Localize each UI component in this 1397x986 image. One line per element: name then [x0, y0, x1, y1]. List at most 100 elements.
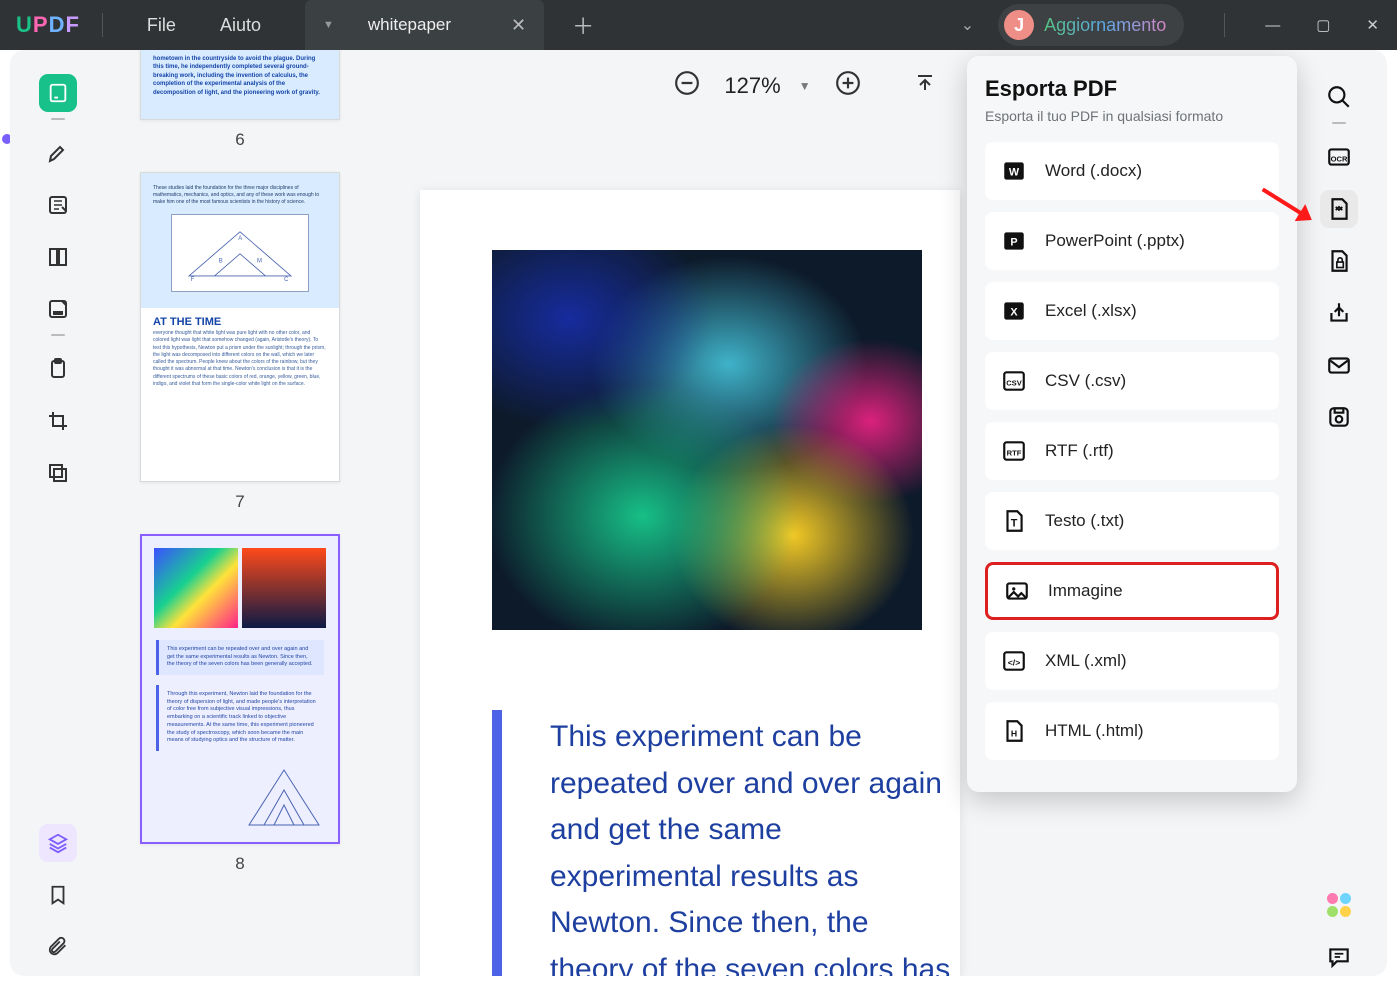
export-label: HTML (.html)	[1045, 721, 1144, 741]
svg-text:H: H	[1011, 728, 1017, 738]
export-label: Immagine	[1048, 581, 1123, 601]
layers-button[interactable]	[39, 824, 77, 862]
export-text[interactable]: T Testo (.txt)	[985, 492, 1279, 550]
export-title: Esporta PDF	[985, 76, 1279, 102]
thumb-text: hometown in the countryside to avoid the…	[153, 55, 327, 97]
zoom-out-icon[interactable]	[668, 64, 706, 108]
share-button[interactable]	[1320, 294, 1358, 332]
word-icon: W	[1001, 158, 1027, 184]
thumbnail-page-8[interactable]: This experiment can be repeated over and…	[140, 534, 340, 844]
separator	[102, 13, 103, 37]
thumb-image	[154, 548, 326, 628]
export-powerpoint[interactable]: P PowerPoint (.pptx)	[985, 212, 1279, 270]
divider	[51, 334, 65, 336]
thumb-text: This experiment can be repeated over and…	[167, 646, 316, 669]
zoom-value[interactable]: 127%	[724, 73, 780, 99]
thumbnail-page-6[interactable]: hometown in the countryside to avoid the…	[140, 50, 340, 120]
svg-text:A: A	[238, 236, 242, 242]
crop-tool[interactable]	[39, 402, 77, 440]
menu-help[interactable]: Aiuto	[220, 15, 261, 36]
window-maximize-icon[interactable]: ▢	[1316, 16, 1330, 34]
export-label: RTF (.rtf)	[1045, 441, 1114, 461]
page-number: 8	[110, 854, 370, 874]
svg-text:CSV: CSV	[1006, 378, 1022, 387]
attachment-button[interactable]	[39, 928, 77, 966]
clipboard-tool[interactable]	[39, 350, 77, 388]
svg-text:T: T	[1011, 517, 1018, 529]
thumbnail-page-7[interactable]: These studies laid the foundation for th…	[140, 172, 340, 482]
export-label: XML (.xml)	[1045, 651, 1127, 671]
organize-tool[interactable]	[39, 238, 77, 276]
document-tab[interactable]: ▼ whitepaper ✕	[305, 0, 544, 50]
svg-text:X: X	[1010, 306, 1018, 318]
email-button[interactable]	[1320, 346, 1358, 384]
user-avatar: J	[1004, 10, 1034, 40]
export-label: Excel (.xlsx)	[1045, 301, 1137, 321]
export-rtf[interactable]: RTF RTF (.rtf)	[985, 422, 1279, 480]
quote-block: This experiment can be repeated over and…	[492, 710, 960, 976]
export-xml[interactable]: </> XML (.xml)	[985, 632, 1279, 690]
window-close-icon[interactable]: ✕	[1366, 16, 1379, 34]
zoom-controls: 127% ▼	[668, 64, 866, 108]
new-tab-button[interactable]: ＋	[572, 9, 594, 41]
xml-icon: </>	[1001, 648, 1027, 674]
left-toolbar	[22, 50, 94, 976]
html-icon: H	[1001, 718, 1027, 744]
ocr-button[interactable]: OCR	[1320, 138, 1358, 176]
window-minimize-icon[interactable]: —	[1265, 17, 1280, 34]
svg-text:P: P	[1010, 236, 1017, 248]
comment-button[interactable]	[1320, 938, 1358, 976]
thumbnail-panel: hometown in the countryside to avoid the…	[110, 50, 370, 976]
export-label: Testo (.txt)	[1045, 511, 1124, 531]
reader-tool[interactable]	[39, 74, 77, 112]
powerpoint-icon: P	[1001, 228, 1027, 254]
tabs-overflow-icon[interactable]: ⌄	[961, 15, 974, 35]
scroll-top-icon[interactable]	[907, 65, 943, 107]
export-label: Word (.docx)	[1045, 161, 1142, 181]
tab-title: whitepaper	[368, 15, 451, 35]
right-toolbar: OCR	[1303, 50, 1375, 976]
tab-dropdown-icon[interactable]: ▼	[323, 19, 334, 31]
export-button[interactable]	[1320, 190, 1358, 228]
thumb-diagram: ABMFC	[171, 214, 309, 292]
protect-button[interactable]	[1320, 242, 1358, 280]
ai-button[interactable]	[1320, 886, 1358, 924]
edit-text-tool[interactable]	[39, 186, 77, 224]
export-subtitle: Esporta il tuo PDF in qualsiasi formato	[985, 108, 1279, 124]
csv-icon: CSV	[1001, 368, 1027, 394]
zoom-dropdown-icon[interactable]: ▼	[799, 79, 811, 93]
svg-text:</>: </>	[1008, 657, 1021, 667]
export-excel[interactable]: X Excel (.xlsx)	[985, 282, 1279, 340]
app-body: hometown in the countryside to avoid the…	[10, 50, 1387, 976]
menu-file[interactable]: File	[147, 15, 176, 36]
zoom-in-icon[interactable]	[829, 64, 867, 108]
rtf-icon: RTF	[1001, 438, 1027, 464]
highlighter-tool[interactable]	[39, 134, 77, 172]
redact-tool[interactable]	[39, 290, 77, 328]
svg-text:F: F	[191, 277, 195, 283]
export-html[interactable]: H HTML (.html)	[985, 702, 1279, 760]
image-icon	[1004, 578, 1030, 604]
divider	[1332, 122, 1346, 124]
quote-text: This experiment can be repeated over and…	[550, 714, 960, 976]
title-bar: UPDF File Aiuto ▼ whitepaper ✕ ＋ ⌄ J Agg…	[0, 0, 1397, 50]
svg-text:OCR: OCR	[1331, 154, 1348, 163]
svg-text:RTF: RTF	[1007, 448, 1022, 457]
export-word[interactable]: W Word (.docx)	[985, 142, 1279, 200]
save-button[interactable]	[1320, 398, 1358, 436]
export-image[interactable]: Immagine	[985, 562, 1279, 620]
page-number: 7	[110, 492, 370, 512]
thumb-text: Through this experiment, Newton laid the…	[167, 691, 316, 745]
svg-text:B: B	[219, 258, 223, 264]
separator	[1224, 13, 1225, 37]
batch-tool[interactable]	[39, 454, 77, 492]
tab-close-icon[interactable]: ✕	[511, 15, 526, 36]
thumb-heading: AT THE TIME	[141, 308, 339, 328]
thumb-text: everyone thought that white light was pu…	[141, 328, 339, 390]
svg-text:M: M	[257, 258, 262, 264]
search-button[interactable]	[1320, 78, 1358, 116]
bookmark-button[interactable]	[39, 876, 77, 914]
update-badge[interactable]: J Aggiornamento	[998, 4, 1184, 46]
export-csv[interactable]: CSV CSV (.csv)	[985, 352, 1279, 410]
export-label: CSV (.csv)	[1045, 371, 1126, 391]
